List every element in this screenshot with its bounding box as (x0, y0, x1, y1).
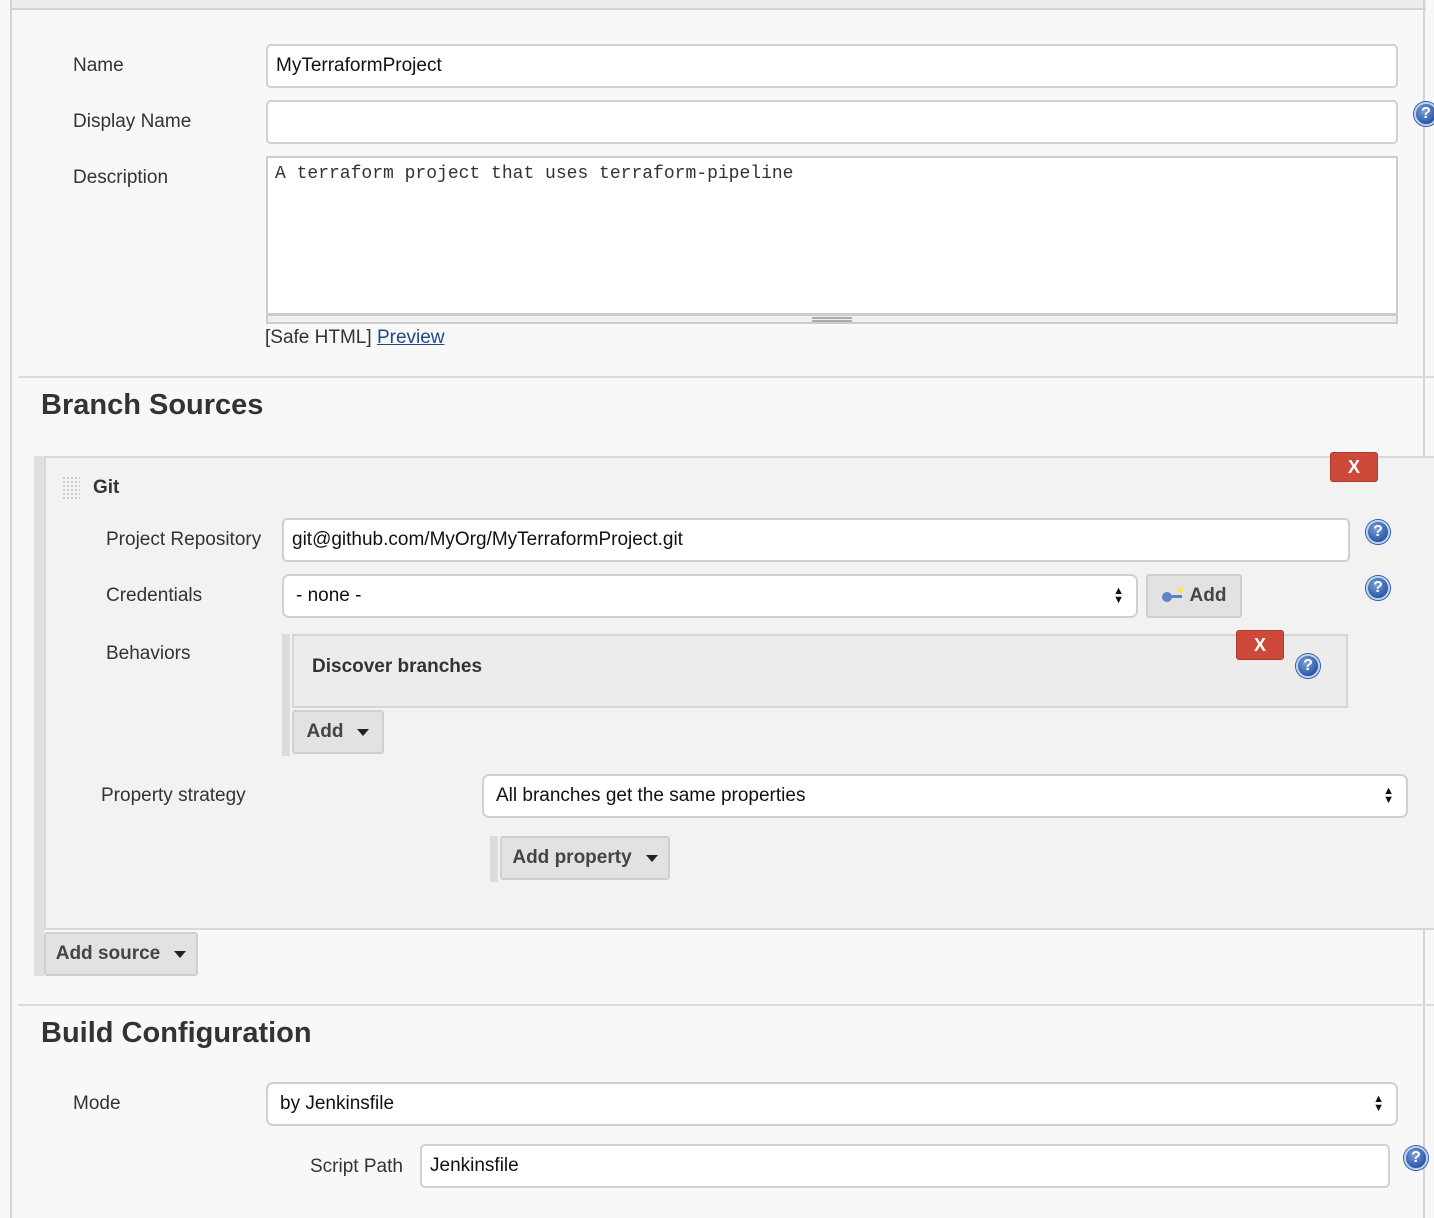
name-input[interactable]: MyTerraformProject (266, 44, 1398, 88)
description-textarea-wrapper: A terraform project that uses terraform-… (266, 156, 1398, 324)
git-title: Git (93, 477, 120, 498)
add-source-button[interactable]: Add source (44, 932, 198, 976)
property-strategy-label: Property strategy (101, 785, 246, 806)
script-path-label: Script Path (310, 1156, 403, 1177)
credentials-value: - none - (296, 585, 362, 606)
build-configuration-heading: Build Configuration (41, 1017, 312, 1049)
project-repository-label: Project Repository (106, 529, 262, 550)
behavior-item-discover-branches: Discover branches (292, 634, 1348, 708)
display-name-input[interactable] (266, 100, 1398, 144)
frame-left-border (10, 0, 12, 1218)
display-name-label: Display Name (73, 111, 192, 132)
section-divider (18, 376, 1434, 378)
description-textarea[interactable]: A terraform project that uses terraform-… (266, 156, 1398, 315)
add-property-button[interactable]: Add property (500, 836, 670, 880)
credentials-select[interactable]: - none - ▲ ▼ (282, 574, 1138, 618)
section-divider (18, 1004, 1434, 1006)
select-arrows-icon: ▲ ▼ (1113, 585, 1124, 606)
script-path-value: Jenkinsfile (430, 1155, 519, 1176)
help-icon[interactable]: ? (1414, 102, 1434, 126)
description-value: A terraform project that uses terraform-… (275, 164, 794, 184)
grip-icon (812, 316, 852, 322)
delete-git-source-button[interactable]: X (1330, 452, 1378, 482)
add-credentials-label: Add (1189, 585, 1227, 606)
preview-link[interactable]: Preview (377, 327, 445, 348)
select-arrows-icon: ▲ ▼ (1373, 1093, 1384, 1114)
project-repository-value: git@github.com/MyOrg/MyTerraformProject.… (292, 529, 683, 550)
safe-html-row: [Safe HTML] Preview (265, 327, 445, 349)
mode-label: Mode (73, 1093, 121, 1114)
behaviors-label: Behaviors (106, 643, 191, 664)
help-icon[interactable]: ? (1404, 1146, 1428, 1170)
key-icon (1161, 587, 1184, 602)
caret-down-icon (645, 854, 658, 862)
credentials-label: Credentials (106, 585, 203, 606)
help-icon[interactable]: ? (1366, 576, 1390, 600)
script-path-input[interactable]: Jenkinsfile (420, 1144, 1390, 1188)
caret-down-icon (357, 728, 370, 736)
property-strategy-select[interactable]: All branches get the same properties ▲ ▼ (482, 774, 1408, 818)
help-icon[interactable]: ? (1366, 520, 1390, 544)
project-repository-input[interactable]: git@github.com/MyOrg/MyTerraformProject.… (282, 518, 1350, 562)
behavior-title: Discover branches (312, 656, 483, 677)
description-label: Description (73, 167, 169, 188)
name-input-value: MyTerraformProject (276, 55, 442, 76)
drag-handle-icon[interactable] (62, 476, 80, 500)
caret-down-icon (174, 950, 187, 958)
mode-value: by Jenkinsfile (280, 1093, 395, 1114)
safe-html-text: [Safe HTML] (265, 327, 372, 348)
help-icon[interactable]: ? (1296, 654, 1320, 678)
top-strip (10, 0, 1426, 10)
add-behavior-button[interactable]: Add (292, 710, 384, 754)
behaviors-drag-bar (282, 634, 290, 756)
property-strategy-value: All branches get the same properties (496, 785, 806, 806)
delete-behavior-button[interactable]: X (1236, 630, 1284, 660)
name-label: Name (73, 55, 124, 76)
add-credentials-button[interactable]: Add (1146, 574, 1242, 618)
branch-sources-drag-bar (34, 456, 44, 976)
textarea-resize-handle[interactable] (266, 315, 1398, 324)
branch-sources-heading: Branch Sources (41, 389, 264, 421)
mode-select[interactable]: by Jenkinsfile ▲ ▼ (266, 1082, 1398, 1126)
select-arrows-icon: ▲ ▼ (1383, 785, 1394, 806)
properties-drag-bar (490, 836, 498, 882)
